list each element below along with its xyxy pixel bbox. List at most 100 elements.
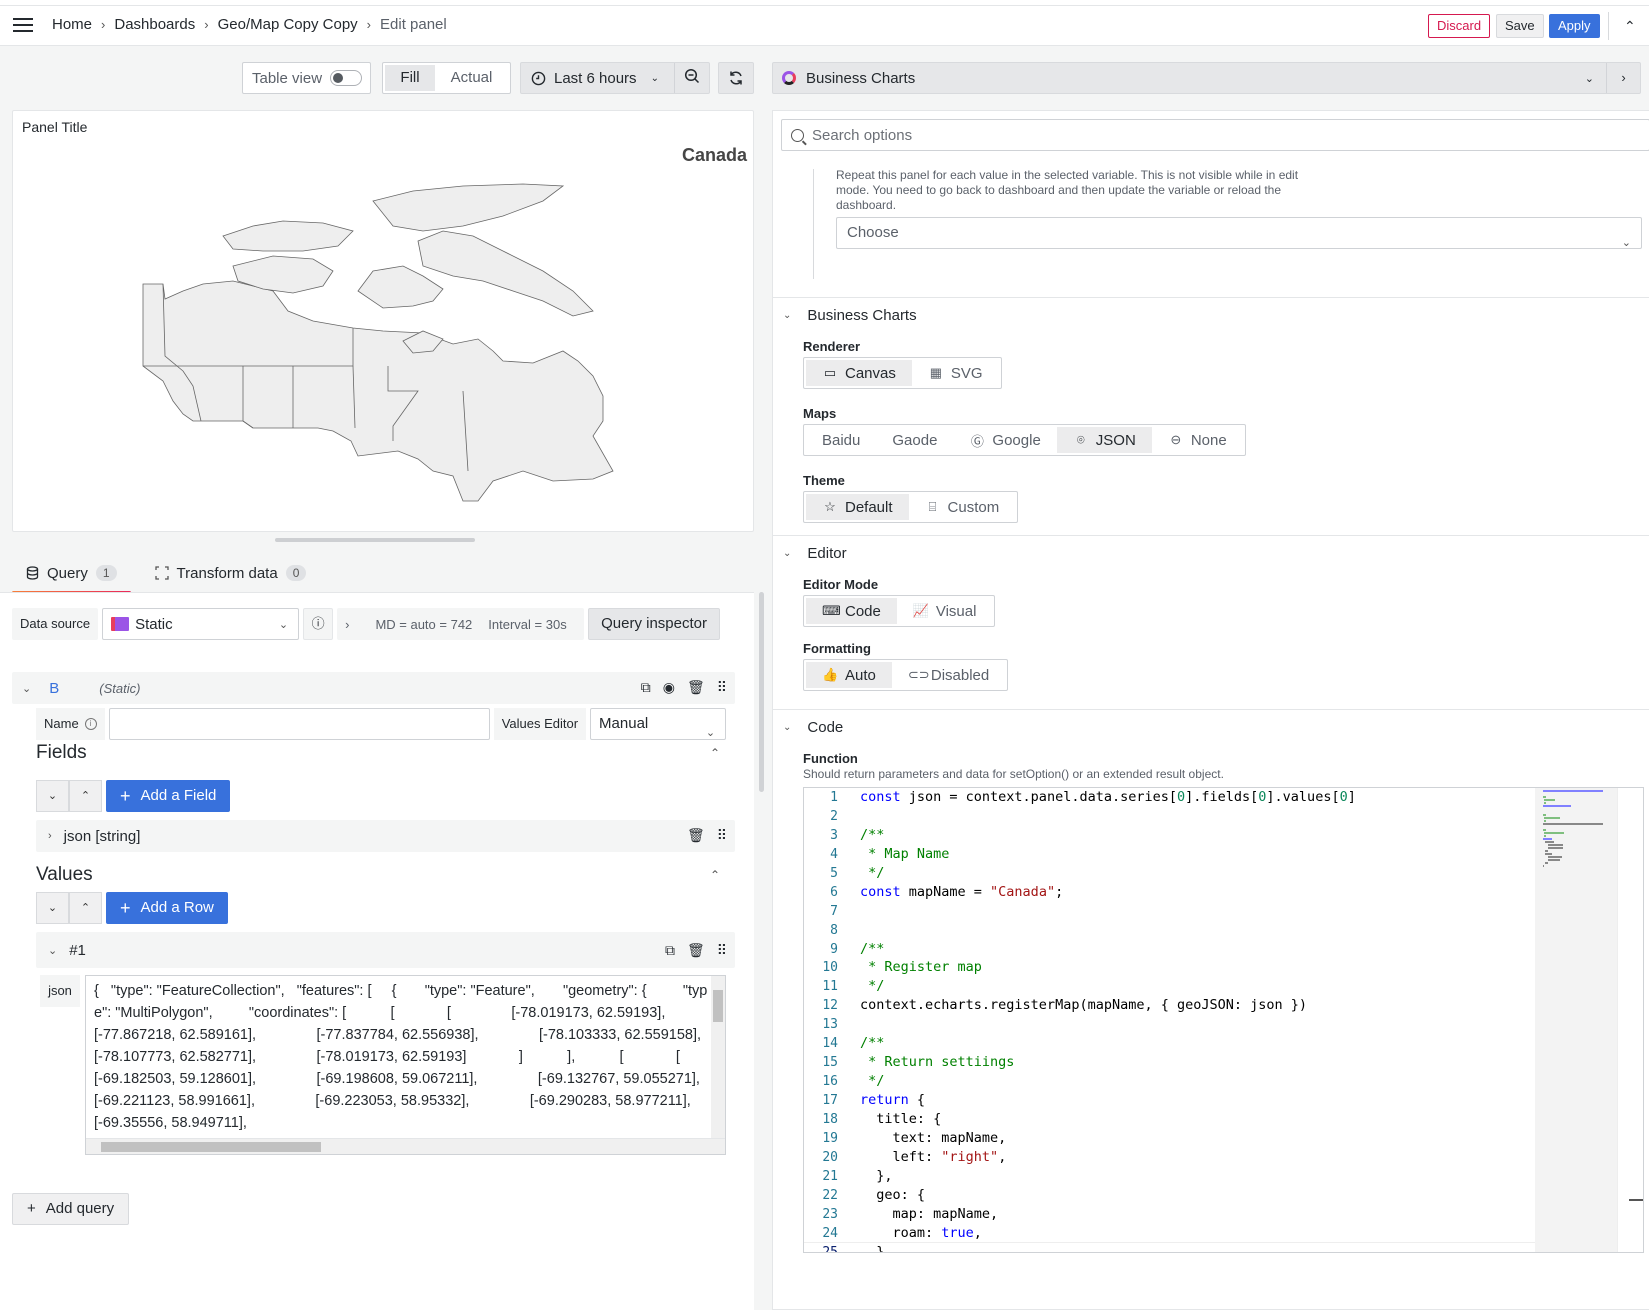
query-area-scrollbar[interactable] [759, 592, 764, 792]
breadcrumb-home[interactable]: Home [52, 16, 92, 33]
help-button[interactable]: ⓘ [303, 608, 334, 640]
json-textarea[interactable]: { "type": "FeatureCollection", "features… [85, 975, 726, 1155]
repeat-variable-select[interactable]: Choose ⌄ [836, 217, 1642, 249]
actual-option[interactable]: Actual [435, 65, 508, 91]
scrollbar-thumb[interactable] [713, 990, 723, 1022]
collapse-all-button[interactable]: ⌃ [69, 892, 102, 924]
code-line[interactable]: 8 [804, 921, 1535, 940]
editor-scrollbar[interactable] [1617, 788, 1643, 1252]
name-input[interactable] [108, 708, 490, 740]
theme-option-default[interactable]: ☆ Default [806, 494, 909, 520]
code-line[interactable]: 4 * Map Name [804, 845, 1535, 864]
formatting-option-auto[interactable]: 👍 Auto [806, 662, 892, 688]
code-line[interactable]: 18 title: { [804, 1110, 1535, 1129]
discard-button[interactable]: Discard [1428, 14, 1491, 38]
field-item[interactable]: › json [string] 🗑 ⠿ [36, 820, 735, 852]
code-minimap[interactable] [1535, 788, 1619, 1252]
code-line[interactable]: 15 * Return settiings [804, 1053, 1535, 1072]
chevron-down-icon[interactable]: ⌄ [48, 944, 57, 957]
theme-option-custom[interactable]: ⌸ Custom [909, 494, 1016, 520]
duplicate-icon[interactable]: ⧉ [641, 679, 651, 696]
data-source-select[interactable]: Static ⌄ [102, 608, 300, 640]
code-line[interactable]: 23 map: mapName, [804, 1205, 1535, 1224]
chevron-right-icon[interactable]: › [1606, 63, 1640, 93]
renderer-option-canvas[interactable]: ▭ Canvas [806, 360, 912, 386]
tab-query[interactable]: Query 1 [12, 556, 131, 594]
query-row-header[interactable]: ⌄ B (Static) ⧉ ◉ 🗑 ⠿ [12, 672, 735, 704]
maps-option-baidu[interactable]: Baidu [806, 427, 876, 453]
expand-all-button[interactable]: ⌄ [36, 780, 69, 812]
code-line[interactable]: 1 const json = context.panel.data.series[… [804, 788, 1535, 807]
code-line[interactable]: 21 }, [804, 1167, 1535, 1186]
breadcrumb-dashboards[interactable]: Dashboards [114, 16, 195, 33]
editor-mode-option-visual[interactable]: 📈 Visual [897, 598, 993, 624]
code-line[interactable]: 22 geo: { [804, 1186, 1535, 1205]
textarea-vertical-scrollbar[interactable] [711, 976, 725, 1138]
values-editor-select[interactable]: Manual ⌄ [590, 708, 727, 740]
json-value[interactable]: { "type": "FeatureCollection", "features… [86, 976, 725, 1136]
code-line[interactable]: 7 [804, 902, 1535, 921]
canada-map[interactable] [123, 181, 653, 511]
textarea-horizontal-scrollbar[interactable] [86, 1138, 725, 1154]
code-line[interactable]: 3 /** [804, 826, 1535, 845]
scrollbar-thumb[interactable] [101, 1142, 321, 1152]
code-line[interactable]: 11 */ [804, 977, 1535, 996]
value-row-header[interactable]: ⌄ #1 ⧉ 🗑 ⠿ [36, 932, 735, 968]
save-button[interactable]: Save [1496, 14, 1544, 38]
code-line[interactable]: 25 }, [804, 1241, 1536, 1252]
code-line[interactable]: 5 */ [804, 864, 1535, 883]
editor-mode-option-code[interactable]: ⌨ Code [806, 598, 897, 624]
tab-transform[interactable]: Transform data 0 [141, 556, 321, 590]
query-inspector-button[interactable]: Query inspector [588, 608, 720, 640]
maps-option-gaode[interactable]: Gaode [876, 427, 953, 453]
code-line[interactable]: 13 [804, 1015, 1535, 1034]
code-line[interactable]: 6 const mapName = "Canada"; [804, 883, 1535, 902]
trash-icon[interactable]: 🗑 [687, 827, 705, 844]
time-range-button[interactable]: Last 6 hours ⌄ [521, 63, 675, 93]
maps-option-json[interactable]: ⌾ JSON [1056, 427, 1152, 453]
code-editor[interactable]: 1 const json = context.panel.data.series[… [803, 787, 1644, 1253]
chevron-down-icon[interactable]: ⌄ [22, 682, 31, 695]
renderer-option-svg[interactable]: ▦ SVG [912, 360, 999, 386]
zoom-out-button[interactable] [675, 68, 709, 88]
search-options-input[interactable]: Search options [781, 119, 1649, 151]
code-line[interactable]: 24 roam: true, [804, 1224, 1535, 1243]
hamburger-menu-icon[interactable] [13, 18, 33, 32]
table-view-toggle[interactable]: Table view [242, 62, 371, 94]
apply-button[interactable]: Apply [1549, 14, 1600, 38]
code-line[interactable]: 10 * Register map [804, 958, 1535, 977]
code-line[interactable]: 14 /** [804, 1034, 1535, 1053]
code-lines[interactable]: 1 const json = context.panel.data.series[… [804, 788, 1536, 1252]
breadcrumb-dashboard[interactable]: Geo/Map Copy Copy [218, 16, 358, 33]
chevron-up-icon[interactable]: ⌃ [1624, 18, 1636, 35]
query-options[interactable]: › MD = auto = 742 Interval = 30s [337, 608, 585, 640]
trash-icon[interactable]: 🗑 [687, 942, 705, 959]
pane-resize-handle[interactable] [275, 538, 475, 542]
code-line[interactable]: 19 text: mapName, [804, 1129, 1535, 1148]
expand-all-button[interactable]: ⌄ [36, 892, 69, 924]
code-line[interactable]: 20 left: "right", [804, 1148, 1535, 1167]
code-line[interactable]: 2 [804, 807, 1535, 826]
business-charts-section-header[interactable]: ⌄ Business Charts [783, 307, 917, 324]
fill-option[interactable]: Fill [385, 65, 435, 91]
info-icon[interactable]: i [84, 718, 97, 730]
drag-handle-icon[interactable]: ⠿ [717, 827, 727, 844]
add-query-button[interactable]: + Add query [12, 1193, 130, 1225]
add-field-button[interactable]: + Add a Field [106, 780, 231, 812]
code-line[interactable]: 16 */ [804, 1072, 1535, 1091]
maps-option-none[interactable]: ⊖ None [1152, 427, 1243, 453]
chevron-right-icon[interactable]: › [48, 830, 52, 842]
editor-section-header[interactable]: ⌄ Editor [783, 545, 847, 562]
visualization-picker[interactable]: Business Charts ⌄ › [772, 62, 1641, 94]
trash-icon[interactable]: 🗑 [687, 679, 705, 696]
toggle-switch[interactable] [330, 70, 363, 86]
code-line[interactable]: 9 /** [804, 940, 1535, 959]
add-row-button[interactable]: + Add a Row [106, 892, 228, 924]
code-line[interactable]: 17 return { [804, 1091, 1535, 1110]
query-ref-id[interactable]: B [49, 680, 59, 697]
formatting-option-disabled[interactable]: ⊂⊃ Disabled [892, 662, 1005, 688]
drag-handle-icon[interactable]: ⠿ [717, 679, 727, 696]
code-section-header[interactable]: ⌄ Code [783, 719, 843, 736]
duplicate-icon[interactable]: ⧉ [665, 942, 675, 959]
drag-handle-icon[interactable]: ⠿ [717, 942, 727, 959]
